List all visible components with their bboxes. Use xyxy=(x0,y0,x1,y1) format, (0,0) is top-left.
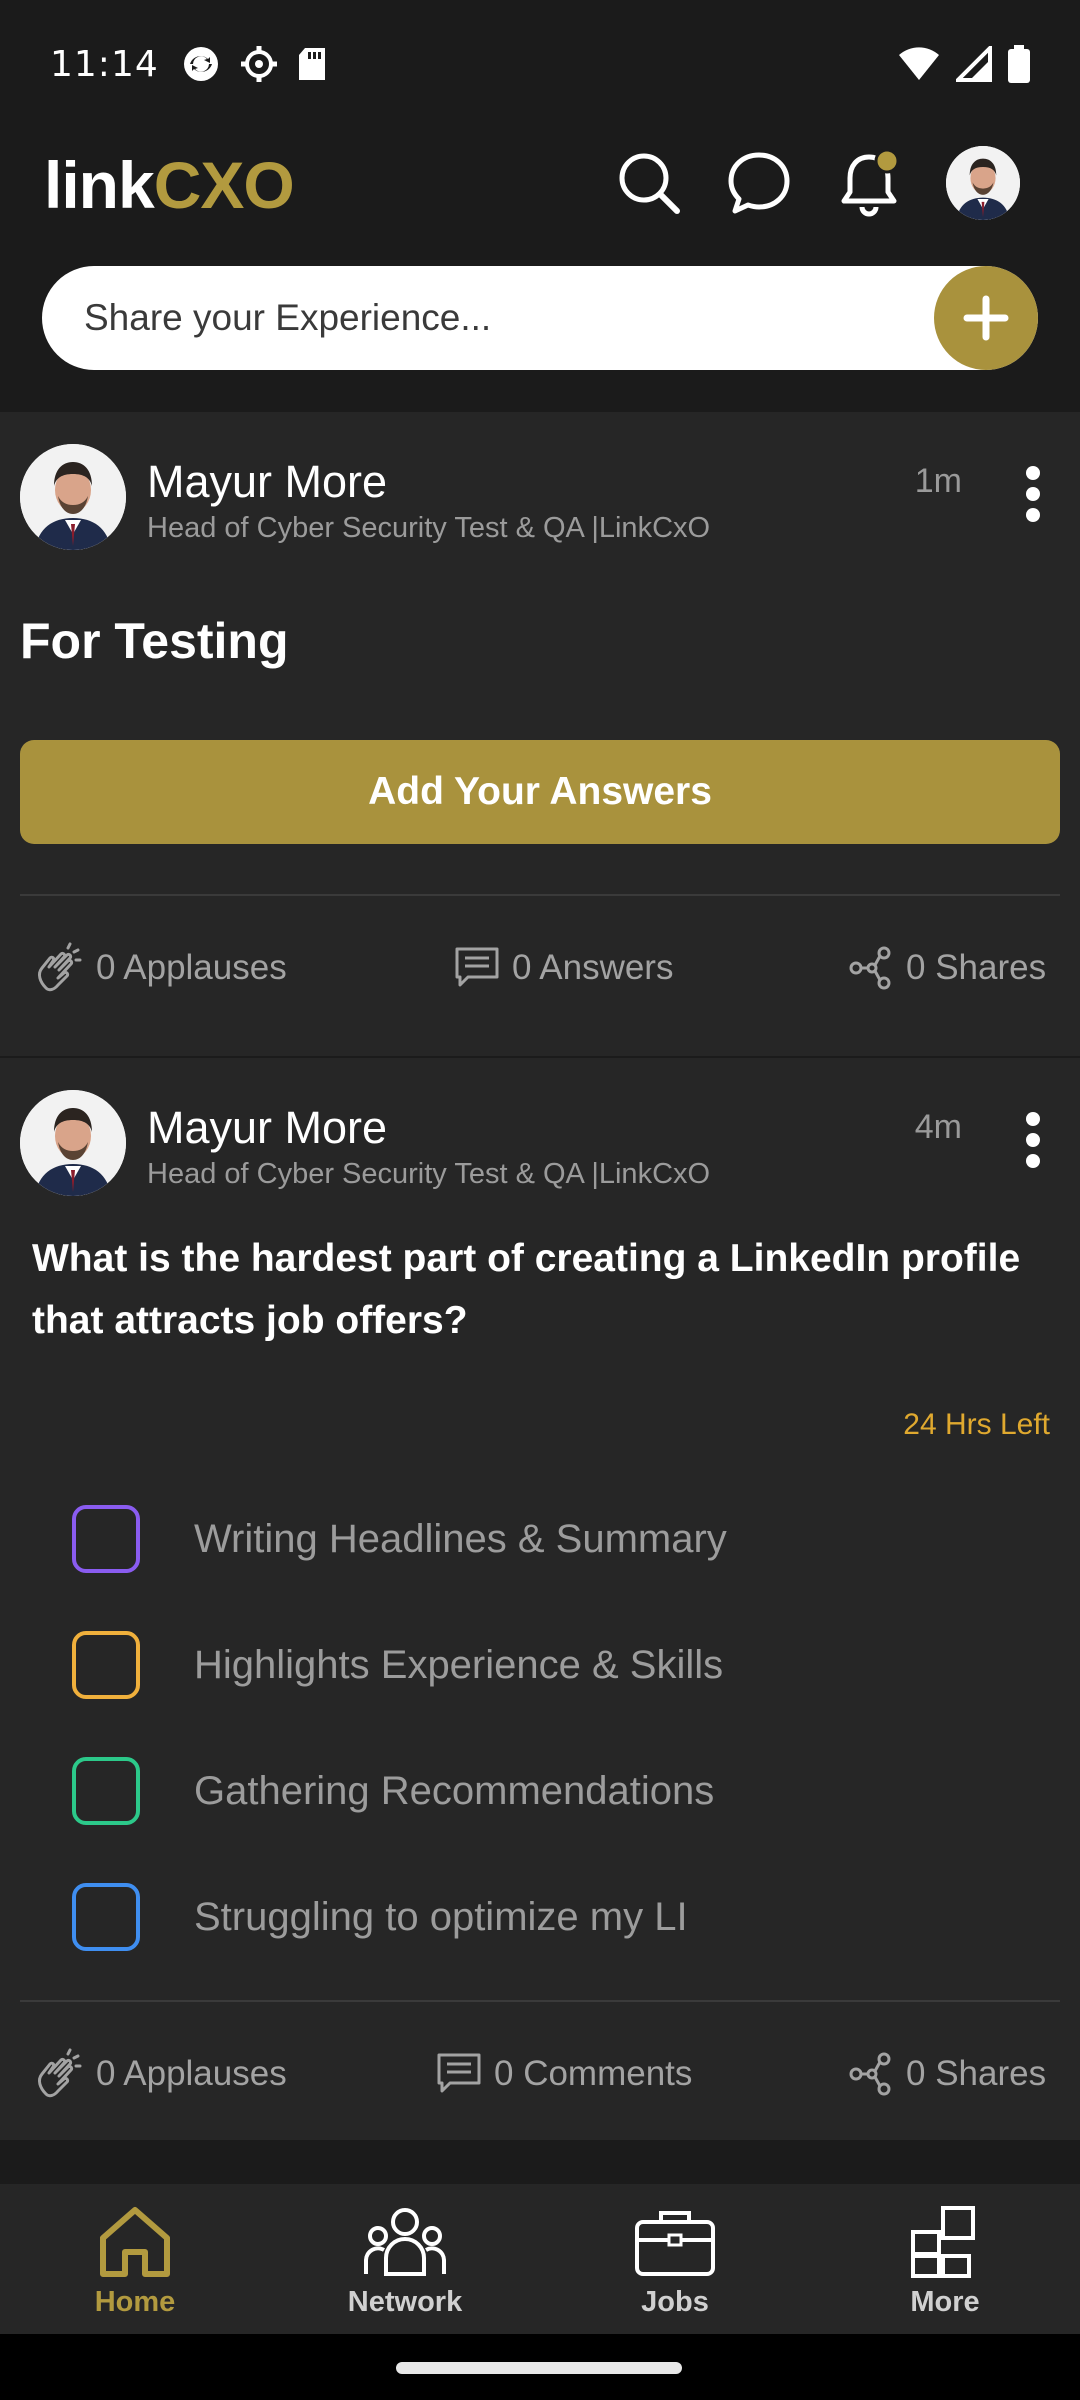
share-experience-input[interactable]: Share your Experience... xyxy=(42,266,1038,370)
poll-option[interactable]: Struggling to optimize my LI xyxy=(72,1882,688,1952)
battery-icon xyxy=(1008,45,1030,83)
linkcxo-logo[interactable]: link CXO xyxy=(44,148,295,222)
poll-option[interactable]: Gathering Recommendations xyxy=(72,1756,714,1826)
shares-count: 0 Shares xyxy=(906,948,1047,987)
more-options-icon[interactable] xyxy=(1020,1112,1046,1168)
nav-more[interactable]: More xyxy=(810,2184,1080,2334)
more-options-icon[interactable] xyxy=(1020,466,1046,522)
nav-label: More xyxy=(910,2286,980,2318)
nav-home[interactable]: Home xyxy=(0,2184,270,2334)
applause-count: 0 Applauses xyxy=(96,948,287,987)
bottom-navigation: Home Network Jobs More xyxy=(0,2184,1080,2334)
share-placeholder: Share your Experience... xyxy=(84,297,492,338)
author-headline: Head of Cyber Security Test & QA |LinkCx… xyxy=(147,512,711,544)
author-avatar[interactable] xyxy=(20,444,126,550)
shares-count: 0 Shares xyxy=(906,2054,1047,2093)
nav-label: Jobs xyxy=(641,2286,709,2318)
status-bar: 11:14 xyxy=(0,0,1080,128)
checkbox[interactable] xyxy=(72,1883,140,1951)
author-name[interactable]: Mayur More xyxy=(147,1102,387,1154)
network-icon xyxy=(364,2208,446,2276)
poll-option[interactable]: Writing Headlines & Summary xyxy=(72,1504,727,1574)
author-name[interactable]: Mayur More xyxy=(147,456,387,508)
post-stats: 0 Applauses 0 Comments 0 Shares xyxy=(0,2034,1080,2114)
add-your-answers-button[interactable]: Add Your Answers xyxy=(20,740,1060,844)
applause-icon xyxy=(37,2048,82,2098)
author-avatar[interactable] xyxy=(20,1090,126,1196)
sd-card-icon xyxy=(298,48,325,80)
divider xyxy=(20,2000,1060,2002)
applause-button[interactable]: 0 Applauses xyxy=(32,928,287,1008)
app-bar: link CXO xyxy=(0,128,1080,246)
share-button[interactable]: 0 Shares xyxy=(848,928,1046,1008)
grid-icon xyxy=(911,2206,975,2278)
answers-count: 0 Answers xyxy=(512,948,674,987)
answers-button[interactable]: 0 Answers xyxy=(454,928,673,1008)
status-time: 11:14 xyxy=(50,43,159,85)
poll-time-left: 24 Hrs Left xyxy=(903,1408,1050,1441)
sync-icon xyxy=(183,47,218,81)
checkbox[interactable] xyxy=(72,1505,140,1573)
comment-icon xyxy=(455,947,499,987)
wifi-icon xyxy=(899,47,939,80)
comment-icon xyxy=(437,2053,481,2093)
nav-label: Network xyxy=(347,2286,463,2318)
author-headline: Head of Cyber Security Test & QA |LinkCx… xyxy=(147,1158,711,1190)
post-stats: 0 Applauses 0 Answers 0 Shares xyxy=(0,928,1080,1008)
poll-question: What is the hardest part of creating a L… xyxy=(32,1237,1021,1342)
poll-option-label: Struggling to optimize my LI xyxy=(194,1894,688,1939)
nav-jobs[interactable]: Jobs xyxy=(540,2184,810,2334)
divider xyxy=(20,894,1060,896)
poll-option-label: Highlights Experience & Skills xyxy=(194,1642,724,1687)
nav-network[interactable]: Network xyxy=(270,2184,540,2334)
share-icon xyxy=(849,2052,891,2096)
poll-option[interactable]: Highlights Experience & Skills xyxy=(72,1630,723,1700)
chat-icon[interactable] xyxy=(726,150,792,216)
profile-avatar[interactable] xyxy=(946,146,1020,220)
home-gesture-bar[interactable] xyxy=(396,2362,682,2374)
share-button[interactable]: 0 Shares xyxy=(848,2034,1046,2114)
plus-icon xyxy=(963,295,1009,341)
share-icon xyxy=(849,946,891,990)
poll-card: Mayur More Head of Cyber Security Test &… xyxy=(0,1058,1080,2140)
applause-button[interactable]: 0 Applauses xyxy=(32,2034,287,2114)
signal-icon xyxy=(956,46,992,82)
search-icon[interactable] xyxy=(616,150,682,216)
poll-option-label: Writing Headlines & Summary xyxy=(194,1516,727,1561)
post-time: 1m xyxy=(914,462,962,500)
comments-button[interactable]: 0 Comments xyxy=(436,2034,692,2114)
nav-label: Home xyxy=(94,2286,176,2318)
home-icon xyxy=(100,2207,170,2277)
poll-option-label: Gathering Recommendations xyxy=(194,1768,715,1813)
post-title: For Testing xyxy=(20,613,289,669)
notification-bell-icon[interactable] xyxy=(836,149,902,217)
checkbox[interactable] xyxy=(72,1631,140,1699)
post-time: 4m xyxy=(914,1108,962,1146)
settings-icon xyxy=(240,46,277,82)
briefcase-icon xyxy=(635,2211,715,2276)
post-card: Mayur More Head of Cyber Security Test &… xyxy=(0,412,1080,1056)
applause-count: 0 Applauses xyxy=(96,2054,287,2093)
checkbox[interactable] xyxy=(72,1757,140,1825)
add-post-button[interactable] xyxy=(934,266,1038,370)
applause-icon xyxy=(37,942,82,992)
comments-count: 0 Comments xyxy=(494,2054,693,2093)
